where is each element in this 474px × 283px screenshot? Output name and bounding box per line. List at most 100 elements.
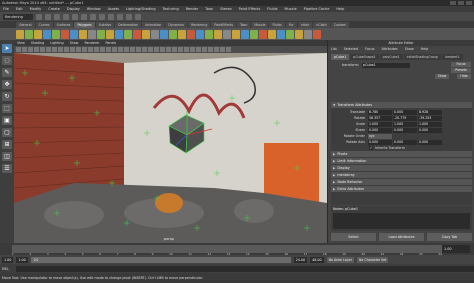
viewport-tool-icon[interactable] (208, 47, 213, 52)
viewport-tool-icon[interactable] (220, 47, 225, 52)
menu-muscle[interactable]: Muscle (285, 7, 297, 11)
viewport-tool-icon[interactable] (166, 47, 171, 52)
viewport-tool-icon[interactable] (22, 47, 27, 52)
playback-start-field[interactable]: 1.00 (16, 256, 28, 263)
time-slider[interactable]: 1 2 3 4 5 6 7 8 9 10 11 12 13 14 15 16 17 18 19 20 21 22 23 24 … (0, 243, 474, 256)
menu-file[interactable]: File (3, 7, 9, 11)
shelf-tool-icon[interactable] (151, 29, 159, 39)
save-scene-icon[interactable] (54, 13, 60, 20)
shelf-tool-icon[interactable] (34, 29, 42, 39)
viewport-tool-icon[interactable] (58, 47, 63, 52)
shelf-tool-icon[interactable] (115, 29, 123, 39)
rotate-icon[interactable]: ↻ (2, 92, 12, 101)
shelf-tool-icon[interactable] (97, 29, 105, 39)
layout-single-icon[interactable]: ▢ (2, 128, 12, 137)
current-frame-field[interactable]: 1.00 (442, 245, 470, 253)
shelf-tool-icon[interactable] (250, 29, 258, 39)
layout-side-icon[interactable]: ◫ (2, 152, 12, 161)
shelf-tool-icon[interactable] (295, 29, 303, 39)
last-tool-icon[interactable]: ▣ (2, 116, 12, 125)
new-scene-icon[interactable] (36, 13, 42, 20)
select-hierarchy-icon[interactable] (63, 13, 69, 20)
viewport-tool-icon[interactable] (16, 47, 21, 52)
snap-point-icon[interactable] (108, 13, 114, 20)
viewport-tool-icon[interactable] (94, 47, 99, 52)
viewport-menu-view[interactable]: View (17, 41, 25, 45)
load-attributes-button[interactable]: Load Attributes (379, 233, 424, 241)
attr-value-field[interactable]: 0.000 (393, 127, 417, 133)
attr-value-field[interactable]: 0.000 (393, 139, 417, 145)
anim-layer-dropdown[interactable]: No Anim Layer (326, 256, 355, 263)
shelf-tool-icon[interactable] (304, 29, 312, 39)
shelf-tool-icon[interactable] (160, 29, 168, 39)
viewport-tool-icon[interactable] (154, 47, 159, 52)
move-icon[interactable]: ✥ (2, 80, 12, 89)
attr-value-field[interactable]: -39.293 (418, 115, 442, 121)
shelf-tool-icon[interactable] (286, 29, 294, 39)
viewport-tool-icon[interactable] (28, 47, 33, 52)
attr-value-field[interactable]: 0.000 (368, 127, 392, 133)
menu-toon[interactable]: Toon (205, 7, 213, 11)
select-arrow-icon[interactable]: ➤ (2, 44, 12, 53)
viewport-tool-icon[interactable] (178, 47, 183, 52)
notes-textarea[interactable] (333, 213, 470, 229)
shelf-tool-icon[interactable] (16, 29, 24, 39)
select-object-icon[interactable] (72, 13, 78, 20)
ae-menu-help[interactable]: Help (421, 47, 429, 51)
viewport-tool-icon[interactable] (202, 47, 207, 52)
viewport-tool-icon[interactable] (124, 47, 129, 52)
shelf-tool-icon[interactable] (313, 29, 321, 39)
presets-button[interactable]: Presets (451, 68, 471, 73)
menu-fluids[interactable]: Fluids (267, 7, 277, 11)
end-time-field[interactable]: 48.00 (310, 256, 324, 263)
select-component-icon[interactable] (81, 13, 87, 20)
attr-value-field[interactable]: 0.000 (418, 127, 442, 133)
shelf-tool-icon[interactable] (232, 29, 240, 39)
node-name-field[interactable]: pCube1 (362, 62, 410, 68)
show-button[interactable]: Show (435, 74, 449, 79)
menu-assets[interactable]: Assets (108, 7, 119, 11)
shelf-tool-icon[interactable] (268, 29, 276, 39)
menu-window[interactable]: Window (87, 7, 101, 11)
shelf-tool-icon[interactable] (178, 29, 186, 39)
attr-value-field[interactable]: 6.780 (368, 109, 392, 115)
minimize-button[interactable] (450, 1, 456, 5)
viewport-tool-icon[interactable] (70, 47, 75, 52)
viewport-tool-icon[interactable] (136, 47, 141, 52)
ae-menu-attributes[interactable]: Attributes (381, 47, 397, 51)
shelf-tool-icon[interactable] (79, 29, 87, 39)
viewport-tool-icon[interactable] (226, 47, 231, 52)
attr-value-field[interactable]: 0.000 (368, 139, 392, 145)
viewport-tool-icon[interactable] (88, 47, 93, 52)
viewport-tool-icon[interactable] (76, 47, 81, 52)
shelf-tool-icon[interactable] (223, 29, 231, 39)
layout-four-icon[interactable]: ⊞ (2, 140, 12, 149)
menu-edit[interactable]: Edit (16, 7, 23, 11)
paint-select-icon[interactable]: ✎ (2, 68, 12, 77)
shelf-tool-icon[interactable] (214, 29, 222, 39)
attr-value-field[interactable]: 1.000 (393, 121, 417, 127)
close-button[interactable] (466, 1, 472, 5)
shelf-tool-icon[interactable] (196, 29, 204, 39)
ae-menu-selected[interactable]: Selected (344, 47, 358, 51)
viewport-menu-panels[interactable]: Panels (106, 41, 117, 45)
ae-menu-focus[interactable]: Focus (365, 47, 374, 51)
viewport-tool-icon[interactable] (64, 47, 69, 52)
section-limit-information[interactable]: ▶ Limit Information (331, 158, 472, 164)
menu-lighting-shading[interactable]: Lighting/Shading (126, 7, 156, 11)
menu-modify[interactable]: Modify (30, 7, 42, 11)
copy-tab-button[interactable]: Copy Tab (427, 233, 472, 241)
ipr-render-icon[interactable] (126, 13, 132, 20)
start-time-field[interactable]: 1.00 (2, 256, 14, 263)
section-extra-attributes[interactable]: ▶ Extra Attributes (331, 186, 472, 192)
section-transform-attributes[interactable]: ▼ Transform Attributes (331, 102, 472, 108)
attr-value-field[interactable]: 0.000 (418, 139, 442, 145)
shelf-tool-icon[interactable] (70, 29, 78, 39)
shelf-tool-icon[interactable] (169, 29, 177, 39)
viewport-persp[interactable]: persp (14, 53, 327, 243)
shelf-tool-icon[interactable] (277, 29, 285, 39)
viewport-tool-icon[interactable] (160, 47, 165, 52)
shelf-tool-icon[interactable] (61, 29, 69, 39)
shelf-tool-icon[interactable] (259, 29, 267, 39)
snap-curve-icon[interactable] (99, 13, 105, 20)
